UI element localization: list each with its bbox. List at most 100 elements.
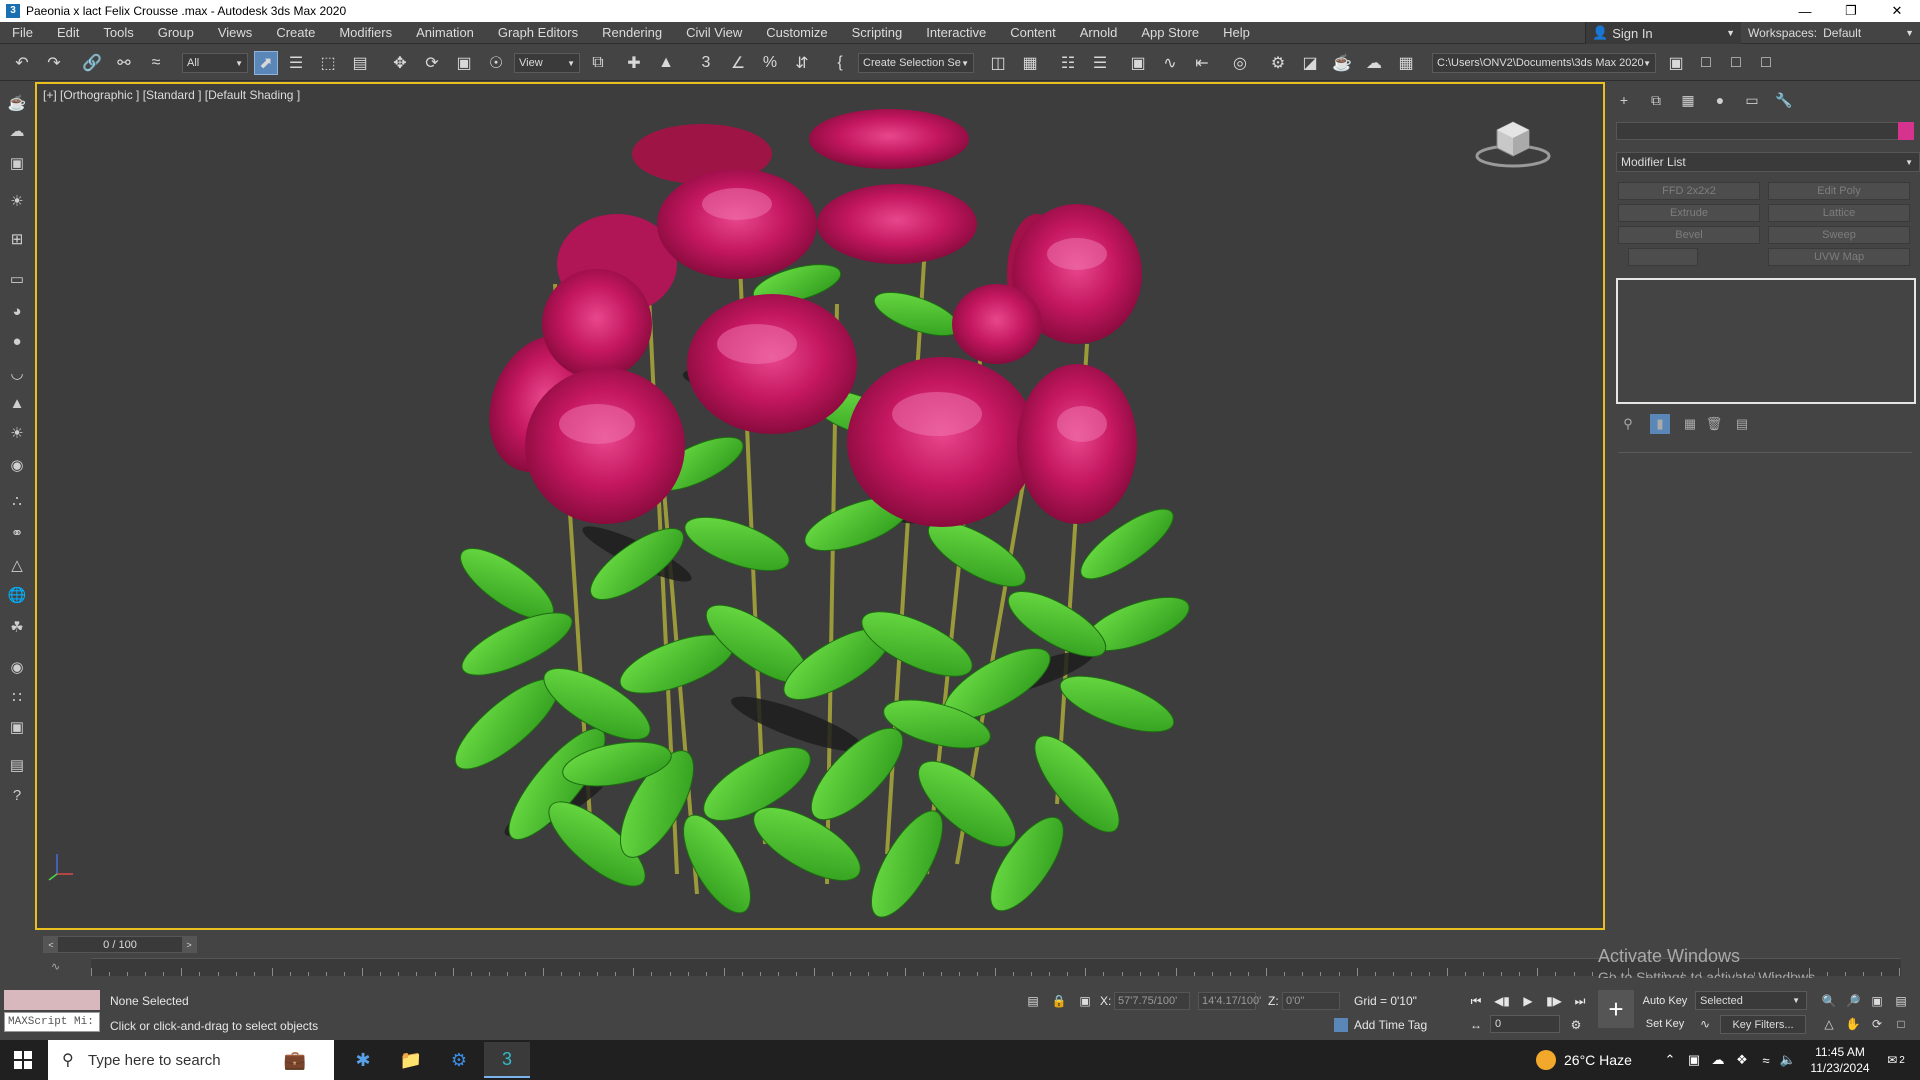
file-explorer-icon[interactable]: 📁 bbox=[388, 1042, 434, 1078]
named-selection-sets-dropdown[interactable]: Create Selection Se ▼ bbox=[858, 53, 974, 73]
pyramid-icon[interactable]: △ bbox=[6, 554, 28, 576]
project-set-icon[interactable]: □ bbox=[1694, 51, 1718, 75]
maxscript-input[interactable]: MAXScript Mi: bbox=[4, 1012, 100, 1032]
select-by-name-icon[interactable]: ☰ bbox=[284, 51, 308, 75]
disc-icon[interactable]: ◉ bbox=[6, 454, 28, 476]
modifier-button-bevel[interactable]: Bevel bbox=[1618, 226, 1760, 244]
mini-curve-editor-icon[interactable]: ∿ bbox=[51, 960, 60, 973]
restore-button[interactable]: ❐ bbox=[1828, 0, 1874, 22]
chevron-right-icon[interactable]: > bbox=[182, 937, 196, 952]
create-tab-icon[interactable]: + bbox=[1612, 90, 1636, 110]
modify-tab-icon[interactable]: ⧉ bbox=[1644, 90, 1668, 110]
angle-snap-icon[interactable]: ∠ bbox=[726, 51, 750, 75]
render-setup-icon[interactable]: ⚙ bbox=[1266, 51, 1290, 75]
menu-content[interactable]: Content bbox=[998, 25, 1068, 40]
select-object-icon[interactable]: ⬈ bbox=[254, 51, 278, 75]
go-to-end-icon[interactable]: ⏭ bbox=[1570, 992, 1590, 1010]
close-button[interactable]: ✕ bbox=[1874, 0, 1920, 22]
redo-icon[interactable]: ↷ bbox=[42, 51, 66, 75]
percent-snap-icon[interactable]: % bbox=[758, 51, 782, 75]
workspaces-selector[interactable]: Workspaces: Default ▼ bbox=[1742, 22, 1920, 44]
clock[interactable]: 11:45 AM 11/23/2024 bbox=[1800, 1044, 1880, 1076]
zoom-all-icon[interactable]: 🔎 bbox=[1844, 992, 1862, 1010]
layer-explorer-icon[interactable]: ☰ bbox=[1088, 51, 1112, 75]
menu-create[interactable]: Create bbox=[264, 25, 327, 40]
modifier-button-extrude[interactable]: Extrude bbox=[1618, 204, 1760, 222]
modifier-button-sweep[interactable]: Sweep bbox=[1768, 226, 1910, 244]
auto-key-button[interactable]: Auto Key bbox=[1640, 992, 1690, 1010]
configure-modifier-sets-icon[interactable]: ▤ bbox=[1732, 414, 1752, 434]
selection-filter-dropdown[interactable]: All ▼ bbox=[182, 53, 248, 73]
menu-modifiers[interactable]: Modifiers bbox=[327, 25, 404, 40]
reference-coordinate-dropdown[interactable]: View ▼ bbox=[514, 53, 580, 73]
menu-graph-editors[interactable]: Graph Editors bbox=[486, 25, 590, 40]
menu-group[interactable]: Group bbox=[146, 25, 206, 40]
project-folder-dropdown[interactable]: C:\Users\ONV2\Documents\3ds Max 2020 ▼ bbox=[1432, 53, 1656, 73]
sphere-icon[interactable]: ● bbox=[6, 330, 28, 352]
chevron-left-icon[interactable]: < bbox=[44, 937, 58, 952]
key-selection-dropdown[interactable]: Selected ▼ bbox=[1695, 991, 1807, 1010]
object-name-field[interactable] bbox=[1616, 122, 1900, 140]
menu-civil-view[interactable]: Civil View bbox=[674, 25, 754, 40]
z-coordinate-field[interactable]: 0'0" bbox=[1282, 992, 1340, 1010]
bowl-icon[interactable]: ◡ bbox=[6, 362, 28, 384]
speaker-icon[interactable]: 🔈 bbox=[1778, 1050, 1798, 1070]
rect-selection-icon[interactable]: ⬚ bbox=[316, 51, 340, 75]
next-frame-icon[interactable]: ▮▶ bbox=[1544, 992, 1564, 1010]
modifier-list-dropdown[interactable]: Modifier List ▼ bbox=[1616, 152, 1920, 172]
menu-app-store[interactable]: App Store bbox=[1129, 25, 1211, 40]
network-icon[interactable]: ≈ bbox=[1756, 1050, 1776, 1070]
modifier-button-empty[interactable] bbox=[1628, 248, 1698, 266]
schematic-view-icon[interactable]: ⇤ bbox=[1190, 51, 1214, 75]
menu-tools[interactable]: Tools bbox=[91, 25, 145, 40]
keyboard-shortcut-override-icon[interactable]: ▲ bbox=[654, 51, 678, 75]
pin-stack-icon[interactable]: ⚲ bbox=[1618, 414, 1638, 434]
molecule-icon[interactable]: ⚭ bbox=[6, 522, 28, 544]
y-coordinate-field[interactable]: 14'4.17/100' bbox=[1198, 992, 1261, 1010]
absolute-mode-icon[interactable]: ▣ bbox=[1076, 992, 1094, 1010]
sign-in-dropdown[interactable]: 👤 Sign In ▼ bbox=[1585, 22, 1741, 44]
snaps-toggle-icon[interactable]: 3 bbox=[694, 51, 718, 75]
menu-animation[interactable]: Animation bbox=[404, 25, 486, 40]
menu-rendering[interactable]: Rendering bbox=[590, 25, 674, 40]
utilities-tab-icon[interactable]: 🔧 bbox=[1772, 90, 1796, 110]
go-to-start-icon[interactable]: ⏮ bbox=[1466, 992, 1486, 1010]
modifier-button-ffd[interactable]: FFD 2x2x2 bbox=[1618, 182, 1760, 200]
grass-icon[interactable]: ☘ bbox=[6, 616, 28, 638]
selection-lock-icon[interactable]: 🔒 bbox=[1050, 992, 1068, 1010]
key-mode-toggle-icon[interactable]: ↔ bbox=[1466, 1016, 1486, 1034]
spinner-snap-icon[interactable]: ⇵ bbox=[790, 51, 814, 75]
set-keys-icon[interactable]: + bbox=[1598, 990, 1634, 1028]
select-manipulate-icon[interactable]: ✚ bbox=[622, 51, 646, 75]
object-color-swatch[interactable] bbox=[1898, 122, 1914, 140]
cloud-icon[interactable]: ☁ bbox=[6, 120, 28, 142]
modifier-button-lattice[interactable]: Lattice bbox=[1768, 204, 1910, 222]
link-icon[interactable]: 🔗 bbox=[80, 51, 104, 75]
teapot-icon[interactable]: ☕ bbox=[6, 92, 28, 114]
menu-views[interactable]: Views bbox=[206, 25, 264, 40]
project-switch-icon[interactable]: □ bbox=[1754, 51, 1778, 75]
current-frame-field[interactable]: 0 bbox=[1490, 1015, 1560, 1033]
edit-named-selection-icon[interactable]: { bbox=[828, 51, 852, 75]
rendered-frame-window-icon[interactable]: ◪ bbox=[1298, 51, 1322, 75]
maxscript-listener-mini[interactable] bbox=[4, 990, 100, 1010]
bind-space-warp-icon[interactable]: ≈ bbox=[144, 51, 168, 75]
maximize-viewport-icon[interactable]: □ bbox=[1892, 1015, 1910, 1033]
plane-icon[interactable]: ▭ bbox=[6, 268, 28, 290]
help-icon[interactable]: ? bbox=[6, 784, 28, 806]
add-time-tag[interactable]: Add Time Tag bbox=[1334, 1018, 1427, 1032]
time-slider[interactable]: < 0 / 100 > bbox=[43, 936, 197, 953]
remove-modifier-icon[interactable]: 🗑 bbox=[1704, 414, 1724, 434]
zoom-icon[interactable]: 🔍 bbox=[1820, 992, 1838, 1010]
minimize-button[interactable]: — bbox=[1782, 0, 1828, 22]
meet-icon[interactable]: ▣ bbox=[1684, 1050, 1704, 1070]
project-icon[interactable]: ▣ bbox=[1664, 51, 1688, 75]
isolate-selection-icon[interactable]: ▤ bbox=[1024, 992, 1042, 1010]
previous-frame-icon[interactable]: ◀▮ bbox=[1492, 992, 1512, 1010]
align-icon[interactable]: ▦ bbox=[1018, 51, 1042, 75]
default-in-out-tangents-icon[interactable]: ∿ bbox=[1696, 1015, 1714, 1033]
unlink-icon[interactable]: ⚯ bbox=[112, 51, 136, 75]
a360-gallery-icon[interactable]: ▦ bbox=[1394, 51, 1418, 75]
menu-customize[interactable]: Customize bbox=[754, 25, 839, 40]
pan-hand-icon[interactable]: ✋ bbox=[1844, 1015, 1862, 1033]
